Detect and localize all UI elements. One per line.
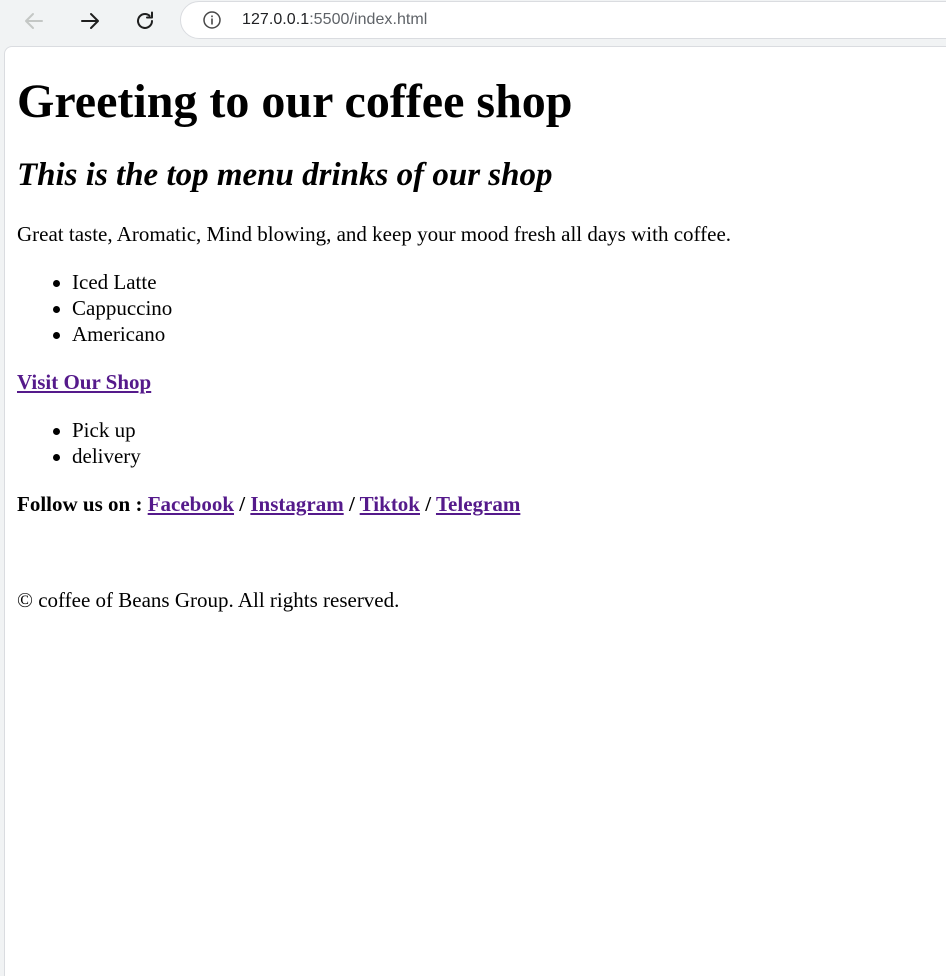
visit-shop-link[interactable]: Visit Our Shop [17,369,151,395]
separator: / [234,492,251,516]
drinks-list: Iced Latte Cappuccino Americano [17,269,172,347]
arrow-right-icon [81,13,99,29]
info-icon[interactable] [202,10,222,30]
list-item: delivery [17,443,141,469]
footer-copyright: © coffee of Beans Group. All rights rese… [17,588,400,612]
address-bar[interactable]: 127.0.0.1:5500/index.html [180,1,946,39]
instagram-link[interactable]: Instagram [250,492,343,516]
services-list: Pick up delivery [17,417,141,469]
page-title: Greeting to our coffee shop [17,75,573,128]
url-host: 127.0.0.1 [242,11,310,28]
list-item: Cappuccino [17,295,172,321]
list-item: Pick up [17,417,141,443]
facebook-link[interactable]: Facebook [148,492,234,516]
list-item: Americano [17,321,172,347]
reload-icon [137,11,153,29]
follow-label: Follow us on : [17,492,148,516]
browser-toolbar: 127.0.0.1:5500/index.html [0,0,946,44]
forward-button[interactable] [74,5,106,37]
page-viewport: Greeting to our coffee shop This is the … [4,46,946,976]
separator: / [420,492,436,516]
separator: / [343,492,360,516]
telegram-link[interactable]: Telegram [436,492,520,516]
intro-paragraph: Great taste, Aromatic, Mind blowing, and… [17,222,732,246]
list-item: Iced Latte [17,269,172,295]
url-path: :5500/index.html [309,11,428,28]
arrow-left-icon [25,13,43,29]
url-text[interactable]: 127.0.0.1:5500/index.html [242,11,427,29]
reload-button[interactable] [129,5,161,37]
tiktok-link[interactable]: Tiktok [360,492,420,516]
page-subtitle: This is the top menu drinks of our shop [17,157,553,193]
follow-us-line: Follow us on : Facebook / Instagram / Ti… [17,491,520,517]
back-button[interactable] [18,5,50,37]
